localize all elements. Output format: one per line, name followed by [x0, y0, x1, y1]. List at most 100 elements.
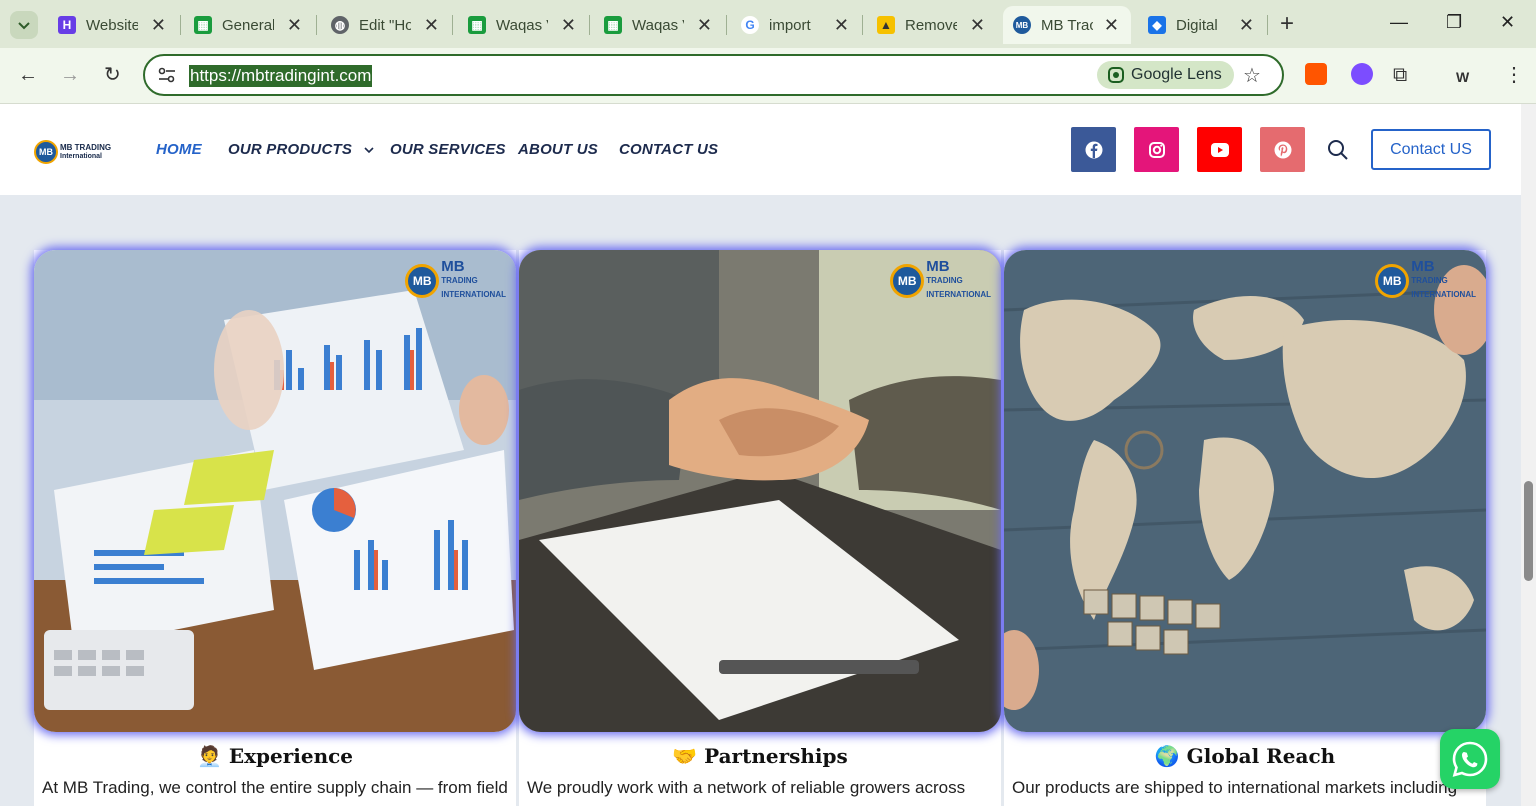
instagram-icon[interactable]	[1134, 127, 1179, 172]
image-watermark-logo: MB MB TRADING INTERNATIONAL	[890, 258, 991, 302]
close-icon[interactable]: ✕	[1239, 15, 1254, 35]
watermark-badge: MB	[1375, 264, 1410, 298]
handshake-emoji-icon: 🤝	[672, 744, 698, 768]
back-icon[interactable]: ←	[18, 64, 38, 86]
tab-title: Waqas V	[496, 16, 548, 34]
tab-remove[interactable]: ▲ Remove ✕	[877, 6, 985, 44]
pinterest-icon[interactable]	[1260, 127, 1305, 172]
search-icon[interactable]	[1327, 139, 1349, 161]
card-title: 🧑‍💼 Experience	[34, 744, 516, 768]
extensions-puzzle-icon[interactable]: ⧉	[1393, 64, 1407, 86]
watermark-line1: MB	[926, 258, 950, 275]
address-bar[interactable]: https://mbtradingint.com Google Lens ☆	[143, 54, 1284, 96]
handshake-photo: MB MB TRADING INTERNATIONAL	[519, 250, 1001, 732]
card-description: Our products are shipped to internationa…	[1012, 778, 1458, 797]
nav-contact-us[interactable]: CONTACT US	[619, 141, 718, 158]
tab-title: Waqas V	[632, 16, 684, 34]
page-scrollbar[interactable]	[1521, 104, 1536, 806]
card-title-text: Global Reach	[1186, 744, 1336, 768]
image-watermark-logo: MB MB TRADING INTERNATIONAL	[1375, 258, 1476, 302]
tab-bar: H Website ✕ ▦ General ✕ ◍ Edit "Ho ✕ ▦ W…	[0, 0, 1536, 48]
tab-waqas-1[interactable]: ▦ Waqas V ✕	[468, 6, 576, 44]
watermark-line1: MB	[441, 258, 465, 275]
chevron-down-icon	[18, 22, 30, 30]
facebook-icon[interactable]	[1071, 127, 1116, 172]
feature-card-global-reach: MB MB TRADING INTERNATIONAL 🌍 Global Reach…	[1004, 250, 1486, 806]
tab-title: Website	[86, 16, 138, 34]
nav-home[interactable]: HOME	[156, 141, 202, 158]
close-icon[interactable]: ✕	[151, 15, 166, 35]
feature-card-experience: MB MB TRADING INTERNATIONAL 🧑‍💼 Experience…	[34, 250, 516, 806]
tab-digital[interactable]: ◆ Digital ✕	[1148, 6, 1254, 44]
watermark-line2: TRADING	[1411, 276, 1448, 285]
globe-icon: ◍	[331, 16, 349, 34]
whatsapp-icon	[1452, 741, 1488, 777]
person-emoji-icon: 🧑‍💼	[196, 744, 222, 768]
scrollbar-thumb[interactable]	[1524, 481, 1533, 581]
color-picker-extension-icon[interactable]	[1351, 63, 1373, 85]
business-charts-photo: MB MB TRADING INTERNATIONAL	[34, 250, 516, 732]
reload-icon[interactable]: ↻	[104, 64, 121, 86]
nav-about-us[interactable]: ABOUT US	[518, 141, 598, 158]
image-watermark-logo: MB MB TRADING INTERNATIONAL	[405, 258, 506, 302]
nav-our-products-label: OUR PRODUCTS	[228, 141, 353, 158]
tab-title: MB Trac	[1041, 16, 1093, 34]
tab-website[interactable]: H Website ✕	[58, 6, 166, 44]
site-header: MB MB TRADING International HOME OUR PRO…	[0, 104, 1521, 195]
tab-title: import	[769, 16, 811, 34]
contact-us-button[interactable]: Contact US	[1371, 129, 1491, 170]
spreadsheet-icon: ▦	[604, 16, 622, 34]
tab-waqas-2[interactable]: ▦ Waqas V ✕	[604, 6, 712, 44]
logo-badge: MB	[34, 140, 58, 164]
tab-import[interactable]: G import ✕	[741, 6, 849, 44]
nav-our-services[interactable]: OUR SERVICES	[390, 141, 506, 158]
watermark-line3: INTERNATIONAL	[926, 290, 991, 299]
tab-edit[interactable]: ◍ Edit "Ho ✕	[331, 6, 439, 44]
tab-search-button[interactable]	[10, 11, 38, 39]
bookmark-star-icon[interactable]: ☆	[1243, 63, 1261, 88]
close-icon[interactable]: ✕	[697, 15, 712, 35]
watermark-line3: INTERNATIONAL	[441, 290, 506, 299]
url-text[interactable]: https://mbtradingint.com	[189, 65, 373, 87]
tab-title: General	[222, 16, 274, 34]
google-icon: G	[741, 16, 759, 34]
close-icon[interactable]: ✕	[561, 15, 576, 35]
restore-icon[interactable]: ❐	[1446, 12, 1462, 33]
new-tab-icon[interactable]: +	[1280, 12, 1294, 36]
card-title-text: Partnerships	[704, 744, 848, 768]
youtube-icon[interactable]	[1197, 127, 1242, 172]
watermark-line3: INTERNATIONAL	[1411, 290, 1476, 299]
feature-card-partnerships: MB MB TRADING INTERNATIONAL 🤝 Partnerships…	[519, 250, 1001, 806]
tab-mb-trading[interactable]: MB MB Trac ✕	[1003, 6, 1131, 44]
close-icon[interactable]: ✕	[1104, 15, 1119, 35]
tab-general[interactable]: ▦ General ✕	[194, 6, 302, 44]
whatsapp-chat-button[interactable]	[1440, 729, 1500, 789]
tab-title: Digital	[1176, 16, 1218, 34]
site-logo[interactable]: MB MB TRADING International	[34, 140, 111, 164]
close-icon[interactable]: ✕	[287, 15, 302, 35]
close-icon[interactable]: ✕	[834, 15, 849, 35]
hostinger-icon: H	[58, 16, 76, 34]
tab-title: Remove	[905, 16, 957, 34]
logo-text-2: International	[60, 153, 103, 160]
site-settings-icon[interactable]	[158, 67, 176, 83]
close-icon[interactable]: ✕	[970, 15, 985, 35]
close-window-icon[interactable]: ✕	[1500, 12, 1515, 33]
google-lens-button[interactable]: Google Lens	[1097, 61, 1234, 89]
menu-kebab-icon[interactable]: ⋮	[1504, 64, 1524, 86]
watermark-line2: TRADING	[441, 276, 478, 285]
watermark-line2: TRADING	[926, 276, 963, 285]
card-title: 🌍 Global Reach	[1004, 744, 1486, 768]
profile-icon[interactable]: W	[1456, 66, 1469, 88]
globe-emoji-icon: 🌍	[1154, 744, 1180, 768]
nav-our-products[interactable]: OUR PRODUCTS	[228, 141, 375, 158]
watermark-line1: MB	[1411, 258, 1435, 275]
forward-icon[interactable]: →	[60, 64, 80, 86]
spreadsheet-icon: ▦	[194, 16, 212, 34]
browser-toolbar: ← → ↻ https://mbtradingint.com Google Le…	[0, 48, 1536, 104]
minimize-icon[interactable]: —	[1390, 12, 1408, 33]
card-title-text: Experience	[228, 744, 354, 768]
close-icon[interactable]: ✕	[424, 15, 439, 35]
card-title: 🤝 Partnerships	[519, 744, 1001, 768]
soundcloud-extension-icon[interactable]	[1305, 63, 1327, 85]
